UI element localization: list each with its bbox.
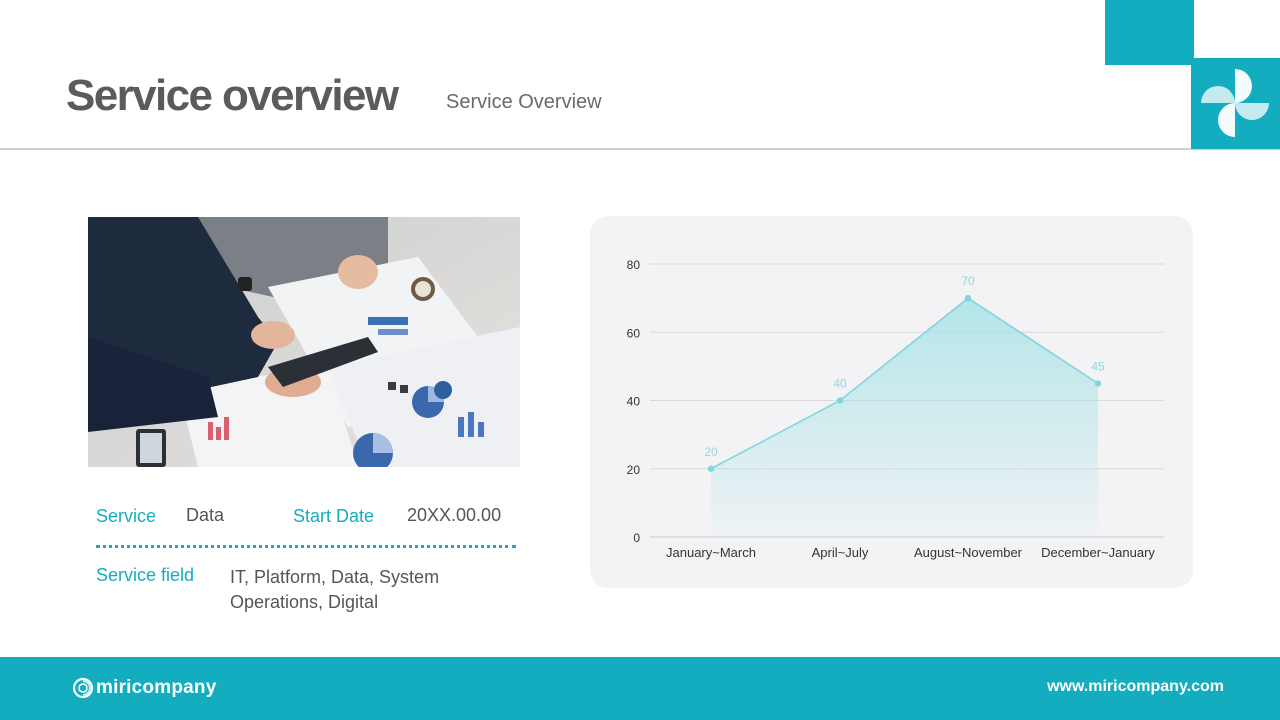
data-label: 40 (833, 377, 847, 391)
service-field-value: IT, Platform, Data, System Operations, D… (230, 567, 440, 612)
start-date-label: Start Date (293, 506, 375, 526)
data-point (707, 465, 715, 472)
data-label: 45 (1091, 359, 1105, 373)
area-chart-card: 0 20 40 60 80 20 40 70 45 January~March April~July… (590, 216, 1193, 588)
decorative-square (1105, 0, 1194, 65)
y-tick-label: 0 (633, 531, 640, 545)
page-subtitle: Service Overview (446, 91, 602, 113)
pinwheel-icon (1201, 69, 1269, 137)
data-point (1094, 380, 1102, 387)
x-tick-label: August~November (914, 545, 1023, 560)
y-tick-label: 40 (627, 395, 641, 409)
y-tick-label: 20 (627, 463, 641, 477)
brand: miricompany (72, 675, 216, 701)
website-link[interactable]: www.miricompany.com (1047, 675, 1224, 699)
series-area (711, 298, 1098, 537)
service-field-label: Service field (96, 565, 195, 585)
logo-tile (1191, 58, 1280, 149)
data-point (964, 294, 972, 302)
y-tick-label: 60 (627, 326, 641, 340)
y-tick-label: 80 (627, 258, 641, 272)
x-tick-label: December~January (1041, 545, 1155, 560)
service-label: Service (96, 506, 157, 526)
area-chart: 0 20 40 60 80 20 40 70 45 January~March April~July… (627, 258, 1164, 560)
data-label: 20 (704, 445, 718, 459)
brand-logo-icon (72, 677, 94, 699)
business-meeting-photo (88, 217, 520, 467)
dotted-divider (96, 545, 516, 548)
footer-bar: miricompany www.miricompany.com (0, 657, 1280, 720)
brand-name: miricompany (96, 677, 217, 698)
x-tick-label: January~March (666, 545, 756, 560)
x-tick-label: April~July (812, 545, 869, 560)
start-date-value: 20XX.00.00 (407, 505, 502, 525)
header-divider (0, 148, 1280, 150)
service-value: Data (186, 505, 225, 525)
data-label: 70 (961, 274, 975, 288)
page-title: Service overview (66, 71, 399, 120)
data-point (836, 397, 844, 404)
